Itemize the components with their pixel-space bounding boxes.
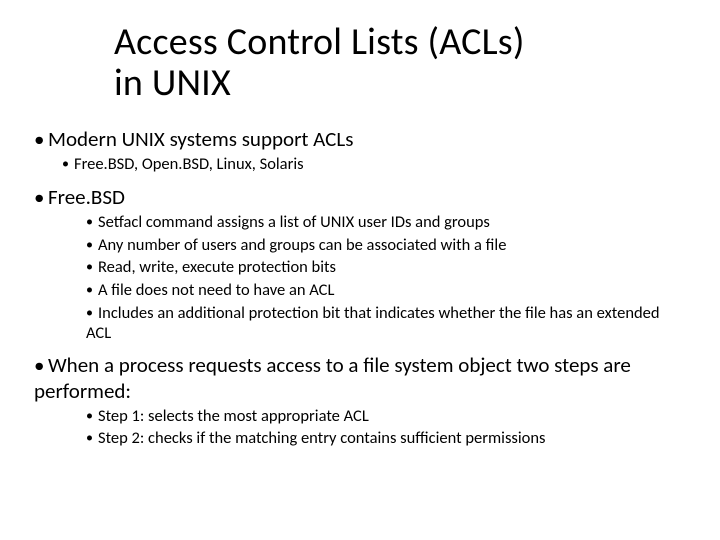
bullet-list-level-2: Free.BSD, Open.BSD, Linux, Solaris (62, 154, 686, 174)
title-line-1: Access Control Lists (ACLs) (114, 19, 525, 65)
slide-title: Access Control Lists (ACLs) in UNIX (114, 22, 686, 104)
list-item: Step 2: checks if the matching entry con… (86, 428, 686, 448)
list-item: Any number of users and groups can be as… (86, 235, 686, 256)
slide: Access Control Lists (ACLs) in UNIX Mode… (0, 0, 720, 540)
bullet-text: Modern UNIX systems support ACLs (34, 126, 686, 152)
bullet-list-level-2: Step 1: selects the most appropriate ACL… (86, 406, 686, 448)
title-line-2: in UNIX (114, 60, 231, 106)
list-item: A file does not need to have an ACL (86, 280, 686, 301)
bullet-list-level-1: Modern UNIX systems support ACLs Free.BS… (34, 126, 686, 448)
bullet-text: When a process requests access to a file… (34, 352, 654, 404)
bullet-list-level-3: Setfacl command assigns a list of UNIX u… (86, 212, 686, 344)
slide-content: Modern UNIX systems support ACLs Free.BS… (34, 126, 686, 448)
list-item: Read, write, execute protection bits (86, 257, 686, 278)
list-item: Free.BSD Setfacl command assigns a list … (34, 184, 686, 344)
list-item: Setfacl command assigns a list of UNIX u… (86, 212, 686, 233)
list-item: Modern UNIX systems support ACLs Free.BS… (34, 126, 686, 174)
list-item: Includes an additional protection bit th… (86, 303, 686, 344)
list-item: When a process requests access to a file… (34, 352, 686, 448)
list-item: Free.BSD, Open.BSD, Linux, Solaris (62, 154, 686, 174)
bullet-text: Free.BSD (34, 184, 686, 210)
list-item: Step 1: selects the most appropriate ACL (86, 406, 686, 426)
